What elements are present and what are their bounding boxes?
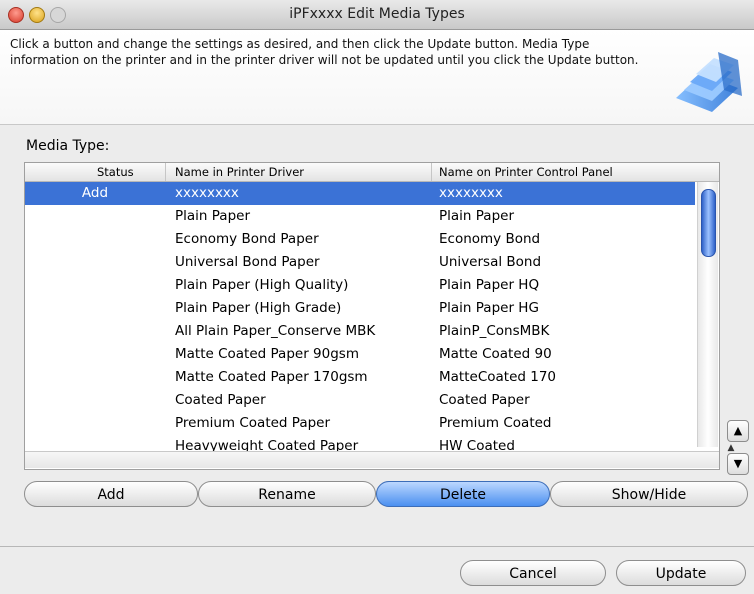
panel-name-cell: MatteCoated 170 [439,369,556,385]
table-row[interactable]: Heavyweight Coated Paper HW Coated [25,435,695,451]
instruction-text: Click a button and change the settings a… [10,37,639,67]
scrollbar-thumb[interactable] [701,189,716,257]
panel-name-cell: HW Coated [439,438,515,451]
move-down-icon: ▼ [733,457,743,470]
table-vertical-scrollbar[interactable] [697,182,718,447]
driver-name-cell: Universal Bond Paper [175,254,320,270]
move-up-button[interactable]: ▲ [727,420,749,442]
column-divider [431,163,432,181]
panel-name-cell: Matte Coated 90 [439,346,552,362]
header-status[interactable]: Status [97,165,134,179]
move-up-icon: ▲ [733,424,743,437]
column-divider [165,163,166,181]
panel-name-cell: Plain Paper HQ [439,277,540,293]
header-panel-name[interactable]: Name on Printer Control Panel [439,165,613,179]
panel-name-cell: PlainP_ConsMBK [439,323,550,339]
status-cell: Add [81,185,109,201]
cancel-button[interactable]: Cancel [460,560,606,586]
panel-name-cell: Premium Coated [439,415,552,431]
panel-name-cell: Economy Bond [439,231,541,247]
table-row[interactable]: Matte Coated Paper 170gsm MatteCoated 17… [25,366,695,389]
info-panel: Click a button and change the settings a… [0,30,754,125]
media-type-table[interactable]: Status Name in Printer Driver Name on Pr… [24,162,720,470]
update-button[interactable]: Update [616,560,746,586]
table-header: Status Name in Printer Driver Name on Pr… [25,163,719,182]
table-row[interactable]: Coated Paper Coated Paper [25,389,695,412]
driver-name-cell: Matte Coated Paper 90gsm [175,346,359,362]
header-driver-name[interactable]: Name in Printer Driver [175,165,304,179]
table-row[interactable]: Plain Paper Plain Paper [25,205,695,228]
footer-divider [0,546,754,547]
driver-name-cell: All Plain Paper_Conserve MBK [175,323,376,339]
table-row[interactable]: Universal Bond Paper Universal Bond [25,251,695,274]
title-bar: iPFxxxx Edit Media Types [0,0,754,30]
table-row[interactable]: Economy Bond Paper Economy Bond [25,228,695,251]
panel-name-cell: Plain Paper HG [439,300,539,316]
driver-name-cell: Plain Paper (High Grade) [175,300,342,316]
driver-name-cell: Economy Bond Paper [175,231,319,247]
media-types-illustration-icon [676,52,742,112]
add-button[interactable]: Add [24,481,198,507]
rename-button[interactable]: Rename [198,481,376,507]
panel-name-cell: Plain Paper [439,208,514,224]
driver-name-cell: Coated Paper [175,392,266,408]
driver-name-cell: xxxxxxxx [175,185,239,201]
driver-name-cell: Matte Coated Paper 170gsm [175,369,368,385]
table-row[interactable]: Matte Coated Paper 90gsm Matte Coated 90 [25,343,695,366]
table-row[interactable]: All Plain Paper_Conserve MBK PlainP_Cons… [25,320,695,343]
table-row[interactable]: Plain Paper (High Grade) Plain Paper HG [25,297,695,320]
table-row[interactable]: Plain Paper (High Quality) Plain Paper H… [25,274,695,297]
driver-name-cell: Plain Paper [175,208,250,224]
driver-name-cell: Heavyweight Coated Paper [175,438,359,451]
panel-name-cell: xxxxxxxx [439,185,503,201]
delete-button[interactable]: Delete [376,481,550,507]
driver-name-cell: Premium Coated Paper [175,415,331,431]
move-down-button[interactable]: ▼ [727,453,749,475]
table-row[interactable]: Premium Coated Paper Premium Coated [25,412,695,435]
media-type-label: Media Type: [26,138,110,154]
driver-name-cell: Plain Paper (High Quality) [175,277,349,293]
table-row[interactable]: Add xxxxxxxx xxxxxxxx [25,182,695,205]
panel-name-cell: Universal Bond [439,254,542,270]
show-hide-button[interactable]: Show/Hide [550,481,748,507]
window-title: iPFxxxx Edit Media Types [289,6,465,22]
table-horizontal-scrollbar[interactable] [25,451,719,468]
panel-name-cell: Coated Paper [439,392,530,408]
